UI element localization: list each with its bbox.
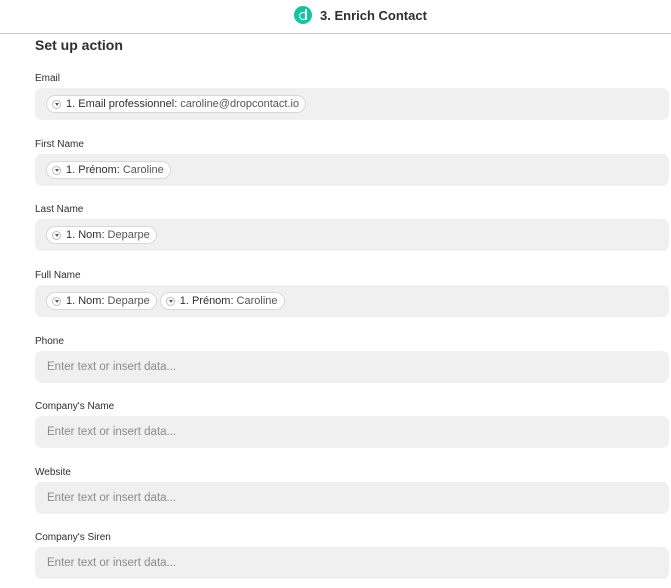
phone-field[interactable]: Enter text or insert data... — [35, 351, 669, 383]
pill-value: caroline@dropcontact.io — [180, 98, 300, 110]
data-pill[interactable]: 1. Nom: Deparpe — [46, 292, 157, 310]
data-pill[interactable]: 1. Prénom: Caroline — [46, 161, 171, 179]
field-label-last-name: Last Name — [35, 204, 84, 215]
company-name-field[interactable]: Enter text or insert data... — [35, 416, 669, 448]
email-field[interactable]: 1. Email professionnel: caroline@dropcon… — [35, 88, 669, 120]
placeholder-text: Enter text or insert data... — [47, 557, 177, 569]
pill-key: 1. Prénom: — [66, 164, 120, 176]
company-siren-field[interactable]: Enter text or insert data... — [35, 547, 669, 579]
pill-key: 1. Nom: — [66, 295, 105, 307]
section-title: Set up action — [35, 37, 123, 53]
chevron-down-icon — [52, 165, 61, 175]
field-label-first-name: First Name — [35, 139, 84, 150]
pill-value: Deparpe — [107, 229, 150, 241]
last-name-field[interactable]: 1. Nom: Deparpe — [35, 219, 669, 251]
website-field[interactable]: Enter text or insert data... — [35, 482, 669, 514]
data-pill[interactable]: 1. Email professionnel: caroline@dropcon… — [46, 95, 307, 113]
field-label-full-name: Full Name — [35, 270, 81, 281]
placeholder-text: Enter text or insert data... — [47, 361, 177, 373]
chevron-down-icon — [52, 296, 61, 306]
chevron-down-icon — [52, 230, 61, 240]
field-label-website: Website — [35, 467, 71, 478]
placeholder-text: Enter text or insert data... — [47, 492, 177, 504]
pill-key: 1. Email professionnel: — [66, 98, 178, 110]
pill-key: 1. Prénom: — [179, 295, 234, 307]
field-label-email: Email — [35, 73, 61, 84]
data-pill[interactable]: 1. Prénom: Caroline — [159, 292, 285, 310]
chevron-down-icon — [165, 296, 175, 306]
first-name-field[interactable]: 1. Prénom: Caroline — [35, 154, 669, 186]
chevron-down-icon — [52, 99, 61, 109]
pill-key: 1. Nom: — [66, 229, 105, 241]
placeholder-text: Enter text or insert data... — [47, 426, 177, 438]
step-header: 3. Enrich Contact — [0, 0, 671, 34]
step-title-group[interactable]: 3. Enrich Contact — [294, 6, 427, 24]
dropcontact-logo-icon — [294, 6, 312, 24]
pill-value: Caroline — [122, 164, 164, 176]
data-pill[interactable]: 1. Nom: Deparpe — [46, 226, 157, 244]
field-label-company-name: Company's Name — [35, 401, 115, 412]
field-label-company-siren: Company's Siren — [35, 532, 111, 543]
pill-value: Caroline — [236, 295, 278, 307]
pill-value: Deparpe — [107, 295, 150, 307]
full-name-field[interactable]: 1. Nom: Deparpe 1. Prénom: Caroline — [35, 285, 669, 317]
step-title: 3. Enrich Contact — [320, 7, 427, 23]
field-label-phone: Phone — [35, 336, 64, 347]
